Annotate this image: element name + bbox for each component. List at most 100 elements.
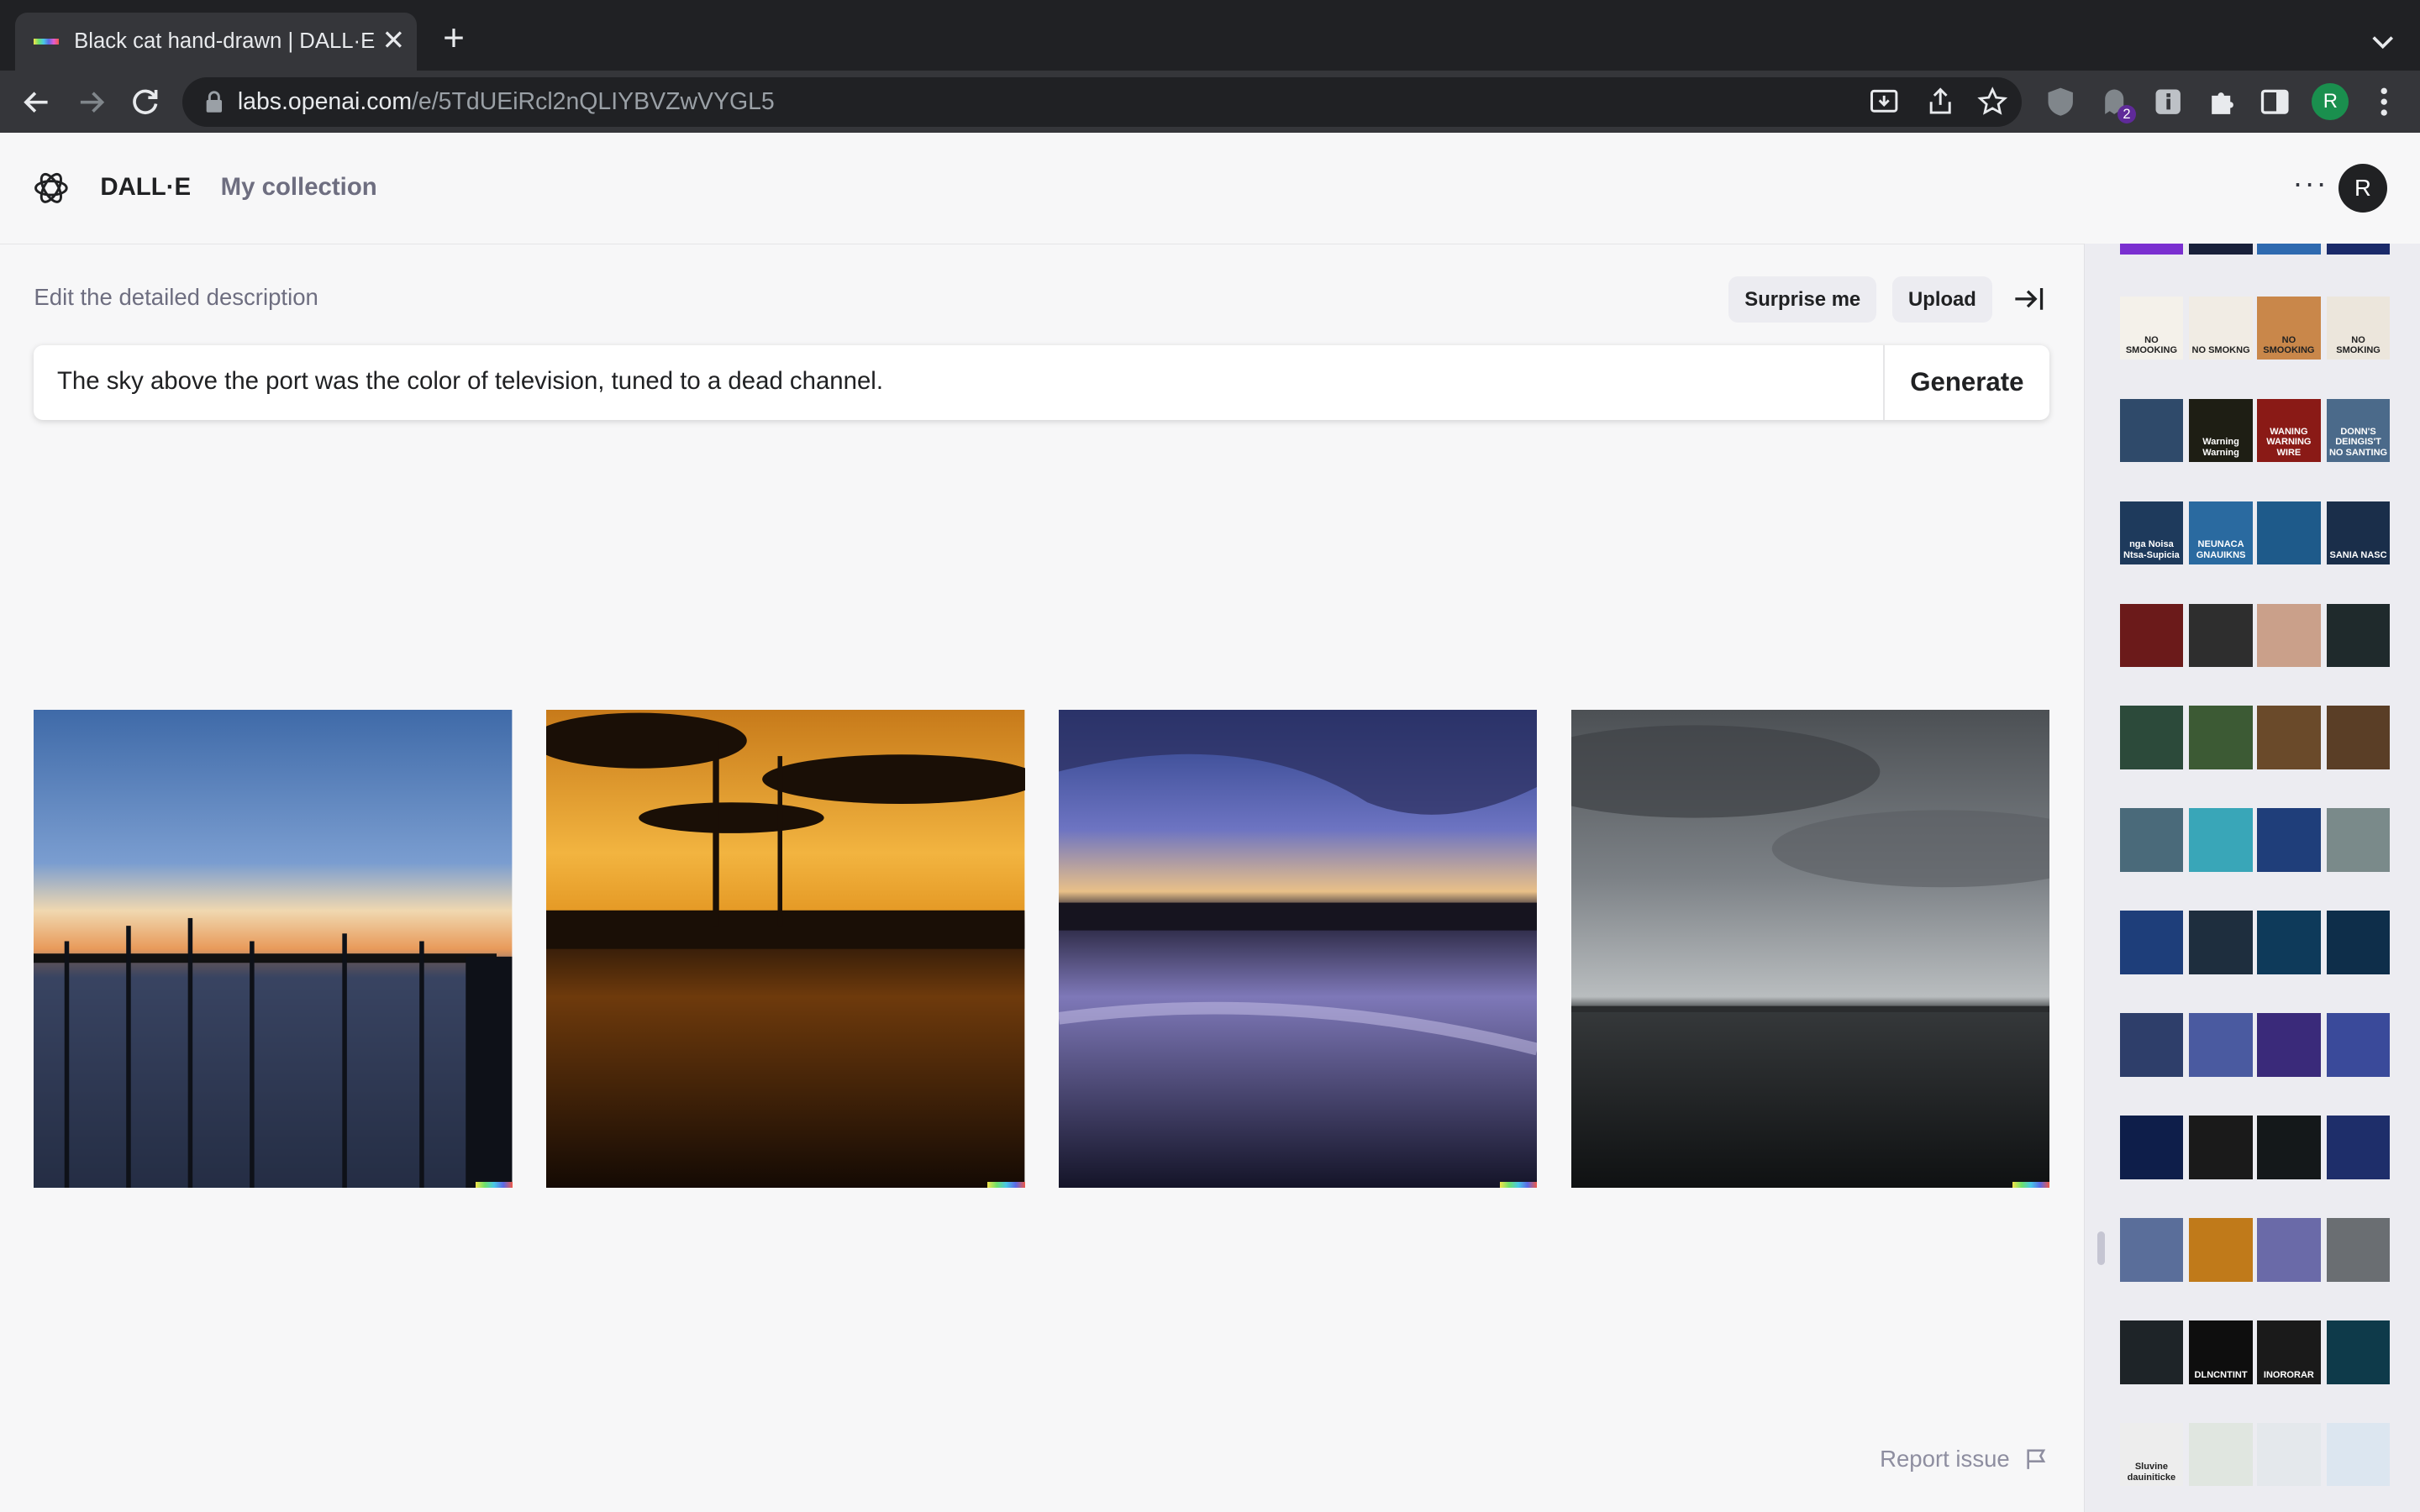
openai-logo-icon[interactable] [31,168,71,208]
more-options-icon[interactable]: ··· [2291,166,2331,207]
generate-button[interactable]: Generate [1885,345,2050,419]
info-extension-icon[interactable] [2151,85,2185,118]
history-thumbnail[interactable] [2257,1218,2321,1282]
url-path: /e/5TdUEiRcl2nQLIYBVZwVYGL5 [412,87,775,115]
history-thumbnail[interactable]: NO SMOOKING [2119,296,2184,360]
side-panel-icon[interactable] [2258,85,2291,118]
history-thumbnail[interactable] [2326,1320,2391,1384]
history-thumbnail[interactable]: NO SMOKING [2326,296,2391,360]
install-app-icon[interactable] [1867,85,1901,118]
thumbnail-label: NO SMOKING [2336,334,2381,356]
collapse-sidebar-icon[interactable] [2009,279,2049,319]
purple-dusk-image [1058,709,1538,1189]
history-thumbnail[interactable]: NO SMOOKING [2257,296,2321,360]
bookmark-star-icon[interactable] [1975,85,2009,118]
close-tab-icon[interactable]: ✕ [376,24,410,58]
user-avatar[interactable]: R [2338,163,2388,213]
result-image-3[interactable] [1058,709,1538,1189]
history-thumbnail[interactable] [2257,1116,2321,1179]
history-thumbnail[interactable]: nga Noisa Ntsa-Supicia [2119,501,2184,564]
history-thumbnail[interactable] [2257,1013,2321,1077]
history-thumbnail[interactable] [2189,1218,2253,1282]
history-thumbnail[interactable] [2189,808,2253,872]
ublock-shield-icon[interactable] [2044,85,2077,118]
history-thumbnail[interactable] [2119,706,2184,769]
history-thumbnail[interactable] [2119,244,2184,255]
history-thumbnail[interactable] [2326,1423,2391,1487]
history-thumbnail[interactable]: INORORAR [2257,1320,2321,1384]
history-thumbnail[interactable] [2257,808,2321,872]
browser-profile-avatar[interactable]: R [2312,83,2349,121]
reload-icon[interactable] [124,81,166,123]
history-thumbnail[interactable] [2257,1423,2321,1487]
sidebar-scrollbar-handle[interactable] [2097,1231,2106,1266]
prompt-input[interactable]: The sky above the port was the color of … [34,345,2050,420]
url-text[interactable]: labs.openai.com/e/5TdUEiRcl2nQLIYBVZwVYG… [238,88,775,116]
history-thumbnail[interactable] [2189,706,2253,769]
history-sidebar[interactable]: NO SMOOKING NO SMOKNG NO SMOOKING NO SMOKIN… [2083,244,2420,1512]
result-image-4[interactable] [1570,709,2050,1189]
history-thumbnail[interactable] [2257,501,2321,564]
brand-name[interactable]: DALL·E [100,173,191,202]
upload-button[interactable]: Upload [1891,276,1993,323]
flag-icon[interactable] [2025,1449,2047,1471]
history-thumbnail[interactable] [2326,1116,2391,1179]
history-thumbnail[interactable] [2119,1320,2184,1384]
history-thumbnail[interactable]: Warning Warning [2189,398,2253,462]
history-thumbnail[interactable] [2257,244,2321,255]
history-thumbnail[interactable] [2119,911,2184,974]
browser-tab[interactable]: Black cat hand-drawn | DALL·E ✕ [15,12,417,71]
history-thumbnail[interactable]: DONN'S DEINGIS'T NO SANTING [2326,398,2391,462]
history-thumbnail[interactable]: NO SMOKNG [2189,296,2253,360]
share-icon[interactable] [1923,85,1957,118]
history-thumbnail[interactable] [2119,1116,2184,1179]
history-thumbnail[interactable] [2189,244,2253,255]
history-thumbnail[interactable] [2119,1013,2184,1077]
history-thumbnail[interactable]: NEUNACA GNAUIKNS [2189,501,2253,564]
history-thumbnail[interactable]: SANIA NASC [2326,501,2391,564]
result-image-1[interactable] [34,709,513,1189]
history-thumbnail[interactable] [2189,1423,2253,1487]
pier-sunset-image [34,709,513,1189]
result-image-2[interactable] [546,709,1025,1189]
history-thumbnail[interactable] [2326,808,2391,872]
history-thumbnail[interactable]: DLNCNTINT [2189,1320,2253,1384]
history-thumbnail[interactable] [2257,706,2321,769]
history-thumbnail[interactable] [2189,911,2253,974]
history-thumbnail[interactable] [2119,1218,2184,1282]
history-thumbnail[interactable] [2326,706,2391,769]
dalle-signature-mark [1500,1181,1538,1189]
forward-arrow-icon[interactable] [70,81,113,123]
history-thumbnail[interactable] [2189,603,2253,667]
history-thumbnail[interactable] [2257,911,2321,974]
history-thumbnail[interactable] [2326,244,2391,255]
new-tab-button[interactable]: + [435,19,472,57]
history-thumbnail[interactable] [2189,1116,2253,1179]
back-arrow-icon[interactable] [15,81,58,123]
my-collection-link[interactable]: My collection [221,173,377,202]
history-thumbnail[interactable] [2257,603,2321,667]
prompt-text[interactable]: The sky above the port was the color of … [57,367,883,396]
history-thumbnail[interactable] [2119,398,2184,462]
history-thumbnail[interactable] [2119,603,2184,667]
tab-title: Black cat hand-drawn | DALL·E [74,29,376,53]
history-thumbnail[interactable] [2119,808,2184,872]
lock-icon[interactable] [203,91,225,113]
kebab-menu-icon[interactable] [2367,85,2401,118]
address-bar[interactable]: labs.openai.com/e/5TdUEiRcl2nQLIYBVZwVYG… [182,76,2023,127]
history-thumbnail[interactable] [2326,1218,2391,1282]
history-thumbnail[interactable] [2189,1013,2253,1077]
thumbnail-label: NEUNACA GNAUIKNS [2196,539,2246,561]
dalle-signature-mark [987,1181,1025,1189]
surprise-me-button[interactable]: Surprise me [1728,276,1877,323]
history-thumbnail[interactable]: Sluvine dauiniticke [2119,1423,2184,1487]
history-thumbnail[interactable] [2326,603,2391,667]
history-thumbnail[interactable] [2326,1013,2391,1077]
url-host: labs.openai.com [237,87,413,115]
puzzle-extensions-icon[interactable] [2204,85,2238,118]
history-thumbnail[interactable] [2326,911,2391,974]
history-thumbnail[interactable]: WANING WARNING WIRE [2257,398,2321,462]
tab-search-chevron-icon[interactable] [2361,24,2404,60]
report-issue-link[interactable]: Report issue [1880,1446,2010,1473]
thumbnail-label: DONN'S DEINGIS'T NO SANTING [2328,426,2388,459]
